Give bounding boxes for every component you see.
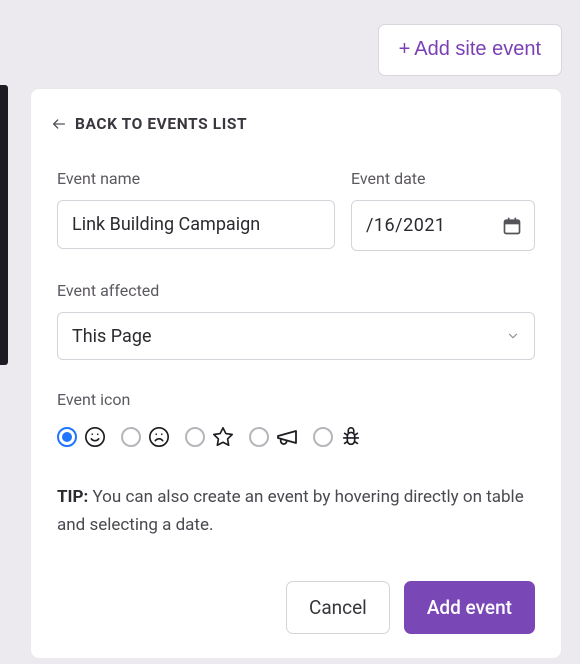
add-event-button[interactable]: Add event	[404, 581, 535, 634]
add-site-event-button[interactable]: +Add site event	[378, 24, 562, 76]
event-affected-value: This Page	[72, 326, 152, 347]
form-actions: Cancel Add event	[57, 581, 535, 634]
field-event-name: Event name	[57, 169, 335, 251]
radio-icon	[57, 427, 77, 447]
calendar-icon	[502, 216, 522, 236]
add-site-event-label: Add site event	[414, 38, 541, 60]
radio-icon	[121, 427, 141, 447]
radio-icon	[249, 427, 269, 447]
event-affected-select[interactable]: This Page	[57, 312, 535, 360]
bug-icon	[339, 425, 363, 449]
megaphone-icon	[275, 425, 299, 449]
frown-icon	[147, 425, 171, 449]
form-row-name-date: Event name Event date /16/2021	[57, 169, 535, 251]
smile-icon	[83, 425, 107, 449]
tip-body: You can also create an event by hovering…	[57, 487, 524, 535]
icon-option-bug[interactable]	[313, 425, 363, 449]
event-icon-label: Event icon	[57, 390, 535, 409]
top-bar: +Add site event	[378, 24, 562, 76]
radio-icon	[313, 427, 333, 447]
event-form-card: BACK TO EVENTS LIST Event name Event dat…	[30, 88, 562, 659]
tip-label: TIP:	[57, 487, 88, 507]
event-name-label: Event name	[57, 169, 335, 188]
icon-option-megaphone[interactable]	[249, 425, 299, 449]
event-icon-options	[57, 425, 535, 449]
left-panel-sliver	[0, 85, 8, 365]
back-label: BACK TO EVENTS LIST	[75, 115, 247, 133]
event-date-label: Event date	[351, 169, 535, 188]
cancel-button[interactable]: Cancel	[286, 581, 390, 634]
event-date-input[interactable]: /16/2021	[351, 200, 535, 251]
star-icon	[211, 425, 235, 449]
back-to-events-link[interactable]: BACK TO EVENTS LIST	[51, 89, 535, 159]
chevron-down-icon	[506, 329, 520, 343]
event-affected-label: Event affected	[57, 281, 535, 300]
event-date-value: /16/2021	[366, 215, 446, 236]
event-name-input[interactable]	[57, 200, 335, 249]
tip-text: TIP: You can also create an event by hov…	[57, 483, 535, 565]
icon-option-smile[interactable]	[57, 425, 107, 449]
field-event-icon: Event icon	[57, 390, 535, 449]
icon-option-star[interactable]	[185, 425, 235, 449]
arrow-left-icon	[51, 116, 67, 132]
plus-icon: +	[399, 38, 411, 60]
field-event-date: Event date /16/2021	[351, 169, 535, 251]
radio-icon	[185, 427, 205, 447]
icon-option-frown[interactable]	[121, 425, 171, 449]
field-event-affected: Event affected This Page	[57, 281, 535, 360]
